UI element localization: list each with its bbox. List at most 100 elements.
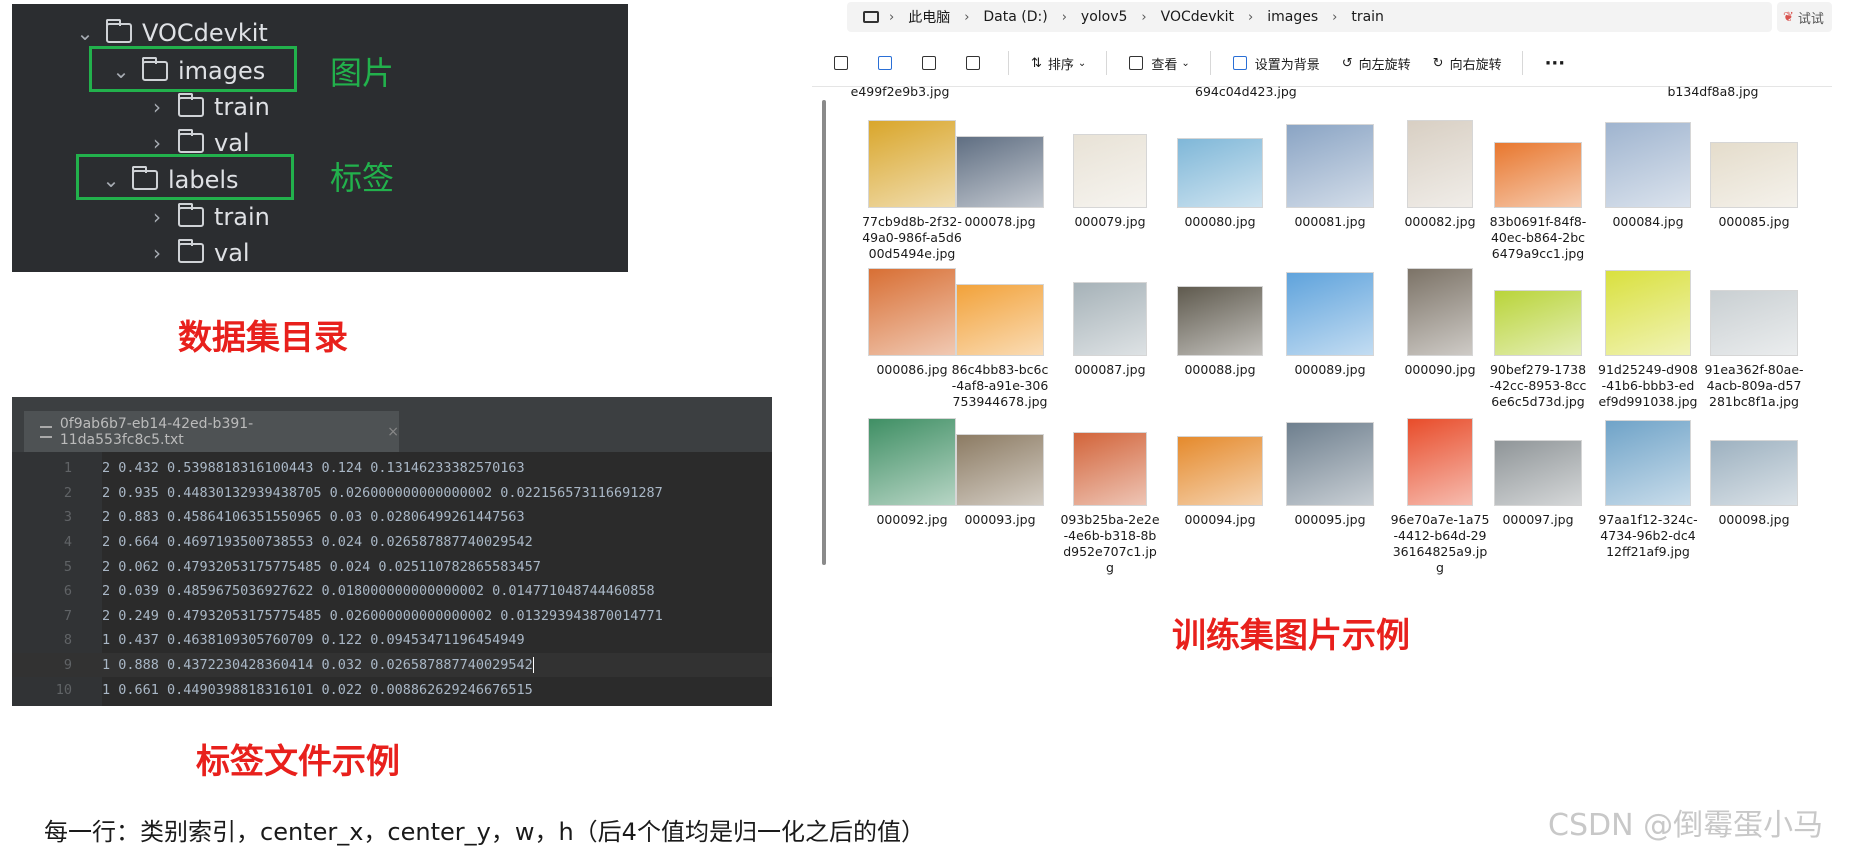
file-tile[interactable]: 000080.jpg bbox=[1170, 120, 1270, 230]
file-tile[interactable]: 000085.jpg bbox=[1704, 120, 1804, 230]
image-thumbnail[interactable] bbox=[1286, 422, 1374, 506]
chevron-right-icon[interactable]: › bbox=[146, 205, 168, 229]
chevron-right-icon[interactable]: › bbox=[146, 95, 168, 119]
image-thumbnail[interactable] bbox=[1407, 268, 1473, 356]
file-tile[interactable]: 96e70a7e-1a75-4412-b64d-2936164825a9.jpg bbox=[1390, 418, 1490, 576]
view-button[interactable]: 查看 ⌄ bbox=[1129, 54, 1190, 73]
breadcrumb-item[interactable]: images bbox=[1267, 9, 1318, 25]
image-thumbnail[interactable] bbox=[1073, 134, 1147, 208]
image-thumbnail[interactable] bbox=[1177, 138, 1263, 208]
more-button[interactable]: ··· bbox=[1545, 53, 1566, 74]
image-thumbnail[interactable] bbox=[1605, 122, 1691, 208]
image-thumbnail[interactable] bbox=[1177, 286, 1263, 356]
editor-tab-bar: 0f9ab6b7-eb14-42ed-b391-11da553fc8c5.txt… bbox=[12, 397, 772, 452]
file-tile[interactable]: 000078.jpg bbox=[950, 120, 1050, 230]
image-thumbnail[interactable] bbox=[1494, 440, 1582, 506]
editor-tab[interactable]: 0f9ab6b7-eb14-42ed-b391-11da553fc8c5.txt… bbox=[24, 411, 399, 452]
tree-item-labels-train[interactable]: › train bbox=[146, 200, 270, 234]
file-name: 96e70a7e-1a75-4412-b64d-2936164825a9.jpg bbox=[1390, 512, 1490, 575]
file-tile[interactable]: 000097.jpg bbox=[1488, 418, 1588, 528]
file-tile[interactable]: 000093.jpg bbox=[950, 418, 1050, 528]
image-thumbnail[interactable] bbox=[1494, 142, 1582, 208]
file-tile[interactable]: 000088.jpg bbox=[1170, 268, 1270, 378]
image-thumbnail[interactable] bbox=[1710, 142, 1798, 208]
tree-item-images-train[interactable]: › train bbox=[146, 90, 270, 124]
line-text: 1 0.661 0.4490398818316101 0.022 0.00886… bbox=[102, 681, 533, 698]
image-thumbnail[interactable] bbox=[956, 284, 1044, 356]
copy-button[interactable] bbox=[834, 56, 856, 70]
file-tile[interactable]: 000086.jpg bbox=[862, 268, 962, 378]
code-line[interactable]: 3 2 0.883 0.45864106351550965 0.03 0.0280… bbox=[12, 505, 772, 530]
image-thumbnail[interactable] bbox=[1177, 436, 1263, 506]
chevron-right-icon[interactable]: › bbox=[146, 131, 168, 155]
file-tile[interactable]: 000092.jpg bbox=[862, 418, 962, 528]
file-tile[interactable]: 77cb9d8b-2f32-49a0-986f-a5d600d5494e.jpg bbox=[862, 120, 962, 262]
line-text: 2 0.935 0.44830132939438705 0.0260000000… bbox=[102, 484, 663, 501]
file-tile[interactable]: 000090.jpg bbox=[1390, 268, 1490, 378]
try-button[interactable]: ❦ 试试 bbox=[1777, 2, 1832, 32]
file-tile[interactable]: 000089.jpg bbox=[1280, 268, 1380, 378]
code-line[interactable]: 8 1 0.437 0.4638109305760709 0.122 0.0945… bbox=[12, 628, 772, 653]
file-tile[interactable]: 000079.jpg bbox=[1060, 120, 1160, 230]
code-line[interactable]: 1 2 0.432 0.5398818316100443 0.124 0.1314… bbox=[12, 456, 772, 481]
file-tile[interactable]: 83b0691f-84f8-40ec-b864-2bc6479a9cc1.jpg bbox=[1488, 120, 1588, 262]
image-thumbnail[interactable] bbox=[1286, 272, 1374, 356]
code-line[interactable]: 6 2 0.039 0.4859675036927622 0.0180000000… bbox=[12, 579, 772, 604]
file-tile[interactable]: 91ea362f-80ae-4acb-809a-d57281bc8f1a.jpg bbox=[1704, 268, 1804, 410]
code-line[interactable]: 5 2 0.062 0.47932053175775485 0.024 0.025… bbox=[12, 554, 772, 579]
image-thumbnail[interactable] bbox=[1605, 270, 1691, 356]
file-tile[interactable]: 000087.jpg bbox=[1060, 268, 1160, 378]
image-thumbnail[interactable] bbox=[1073, 432, 1147, 506]
image-thumbnail[interactable] bbox=[1605, 420, 1691, 506]
file-tile[interactable]: 000094.jpg bbox=[1170, 418, 1270, 528]
tree-item-labels-val[interactable]: › val bbox=[146, 236, 250, 270]
image-thumbnail[interactable] bbox=[1073, 282, 1147, 356]
file-tile[interactable]: 000082.jpg bbox=[1390, 120, 1490, 230]
file-tile[interactable]: 000095.jpg bbox=[1280, 418, 1380, 528]
tree-item-vocdevkit[interactable]: ⌄ VOCdevkit bbox=[74, 16, 268, 50]
breadcrumb-item[interactable]: Data (D:) bbox=[983, 9, 1047, 25]
rotate-left-button[interactable]: ↺ 向左旋转 bbox=[1342, 54, 1411, 73]
file-tile[interactable]: 000098.jpg bbox=[1704, 418, 1804, 528]
sort-button[interactable]: ⇅ 排序 ⌄ bbox=[1031, 54, 1086, 73]
image-thumbnail[interactable] bbox=[1494, 290, 1582, 356]
file-tile[interactable]: 91d25249-d908-41b6-bbb3-edef9d991038.jpg bbox=[1598, 268, 1698, 410]
scrollbar[interactable] bbox=[822, 100, 826, 565]
file-tile[interactable]: 90bef279-1738-42cc-8953-8cc6e6c5d73d.jpg bbox=[1488, 268, 1588, 410]
share-button[interactable] bbox=[922, 56, 944, 70]
image-thumbnail[interactable] bbox=[1710, 290, 1798, 356]
code-line[interactable]: 2 2 0.935 0.44830132939438705 0.026000000… bbox=[12, 481, 772, 506]
breadcrumb-item[interactable]: 此电脑 bbox=[908, 7, 950, 27]
breadcrumb-item[interactable]: VOCdevkit bbox=[1161, 9, 1234, 25]
image-thumbnail[interactable] bbox=[1286, 124, 1374, 208]
rename-button[interactable] bbox=[878, 56, 900, 70]
file-tile[interactable]: 86c4bb83-bc6c-4af8-a91e-306753944678.jpg bbox=[950, 268, 1050, 410]
image-thumbnail[interactable] bbox=[1710, 440, 1798, 506]
file-tile[interactable]: 000081.jpg bbox=[1280, 120, 1380, 230]
code-line[interactable]: 9 1 0.888 0.4372230428360414 0.032 0.0265… bbox=[12, 652, 772, 678]
delete-button[interactable] bbox=[966, 56, 988, 70]
code-line[interactable]: 7 2 0.249 0.47932053175775485 0.026000000… bbox=[12, 604, 772, 629]
code-line[interactable]: 10 1 0.661 0.4490398818316101 0.022 0.008… bbox=[12, 677, 772, 702]
image-thumbnail[interactable] bbox=[956, 136, 1044, 208]
image-thumbnail[interactable] bbox=[868, 268, 956, 356]
file-name: 000094.jpg bbox=[1184, 512, 1256, 527]
close-icon[interactable]: × bbox=[387, 424, 399, 440]
image-thumbnail[interactable] bbox=[1407, 120, 1473, 208]
chevron-down-icon[interactable]: ⌄ bbox=[74, 21, 96, 45]
image-thumbnail[interactable] bbox=[1407, 418, 1473, 506]
breadcrumb-item[interactable]: yolov5 bbox=[1081, 9, 1128, 25]
set-background-label: 设置为背景 bbox=[1254, 57, 1320, 73]
code-line[interactable]: 4 2 0.664 0.4697193500738553 0.024 0.0265… bbox=[12, 530, 772, 555]
rotate-right-button[interactable]: ↻ 向右旋转 bbox=[1433, 54, 1502, 73]
file-tile[interactable]: 000084.jpg bbox=[1598, 120, 1698, 230]
file-tile[interactable]: 093b25ba-2e2e-4e6b-b318-8bd952e707c1.jpg bbox=[1060, 418, 1160, 576]
breadcrumb-item[interactable]: train bbox=[1351, 9, 1384, 25]
file-tile[interactable]: 97aa1f12-324c-4734-96b2-dc412ff21af9.jpg bbox=[1598, 418, 1698, 560]
set-background-button[interactable]: 设置为背景 bbox=[1232, 54, 1320, 73]
chevron-right-icon[interactable]: › bbox=[146, 241, 168, 265]
address-bar[interactable]: › 此电脑 › Data (D:) › yolov5 › VOCdevkit ›… bbox=[847, 2, 1772, 32]
image-thumbnail[interactable] bbox=[956, 434, 1044, 506]
image-thumbnail[interactable] bbox=[868, 120, 956, 208]
image-thumbnail[interactable] bbox=[868, 418, 956, 506]
